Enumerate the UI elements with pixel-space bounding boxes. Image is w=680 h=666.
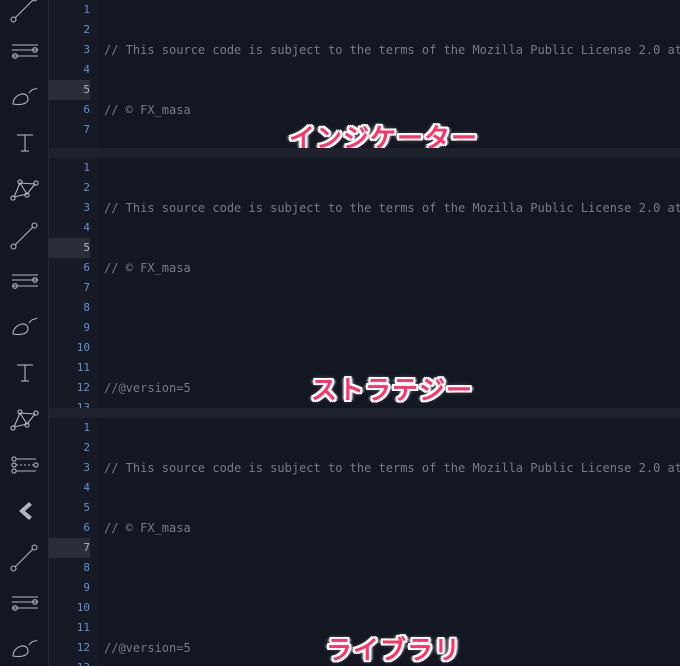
- line-number: 12: [76, 381, 90, 394]
- line-number: 5: [49, 80, 90, 100]
- line-number: 6: [83, 261, 90, 274]
- line-number: 3: [83, 43, 90, 56]
- code-editor-area[interactable]: 1 2 3 4 5 6 7 // This source code is sub…: [49, 0, 680, 160]
- tool-horizontal-lines[interactable]: [0, 28, 48, 74]
- line-number: 9: [83, 581, 90, 594]
- line-number: 6: [83, 521, 90, 534]
- tool-text[interactable]: [0, 350, 48, 396]
- tool-patterns[interactable]: [0, 166, 48, 212]
- line-number: 10: [76, 601, 90, 614]
- code-line: // © FX_masa: [104, 261, 191, 275]
- code-line: // This source code is subject to the te…: [104, 43, 680, 57]
- line-number: 1: [83, 161, 90, 174]
- line-number: 8: [83, 301, 90, 314]
- code-editor-area[interactable]: 1 2 3 4 5 6 7 8 9 10 11 12 13 14 15 // T…: [49, 418, 680, 666]
- code-text[interactable]: // This source code is subject to the te…: [98, 0, 680, 160]
- line-number-gutter: 1 2 3 4 5 6 7 8 9 10 11 12 13 14: [49, 158, 98, 418]
- tool-patterns[interactable]: [0, 396, 48, 442]
- tool-measure[interactable]: [0, 442, 48, 488]
- line-number: 3: [83, 461, 90, 474]
- line-number: 11: [76, 361, 90, 374]
- tool-brush[interactable]: [0, 74, 48, 120]
- line-number: 7: [83, 281, 90, 294]
- tool-trend-line[interactable]: [0, 534, 48, 580]
- code-text[interactable]: // This source code is subject to the te…: [98, 158, 680, 418]
- line-number: 9: [83, 321, 90, 334]
- line-number: 4: [83, 63, 90, 76]
- line-number: 1: [83, 421, 90, 434]
- library-code-block: 1 2 3 4 5 6 7 8 9 10 11 12 13 14 15 // T…: [49, 408, 680, 666]
- code-line: //@version=5: [104, 381, 191, 395]
- drawing-tools-toolbar[interactable]: [0, 0, 49, 666]
- line-number: 13: [49, 658, 90, 666]
- line-number: 3: [83, 201, 90, 214]
- line-number: 4: [83, 221, 90, 234]
- line-number: 8: [83, 561, 90, 574]
- line-number: 7: [83, 123, 90, 136]
- tool-brush[interactable]: [0, 626, 48, 666]
- line-number: 12: [76, 641, 90, 654]
- code-text[interactable]: // This source code is subject to the te…: [98, 418, 680, 666]
- line-number: 2: [83, 181, 90, 194]
- tool-trend-line[interactable]: [0, 212, 48, 258]
- code-line: // This source code is subject to the te…: [104, 461, 680, 475]
- line-number-gutter: 1 2 3 4 5 6 7 8 9 10 11 12 13 14 15: [49, 418, 98, 666]
- line-number: 7: [49, 538, 90, 558]
- block-header-bar: [49, 408, 680, 418]
- pine-editor-screenshot: 1 2 3 4 5 6 7 // This source code is sub…: [0, 0, 680, 666]
- tool-text[interactable]: [0, 120, 48, 166]
- line-number: 2: [83, 441, 90, 454]
- code-editor-area[interactable]: 1 2 3 4 5 6 7 8 9 10 11 12 13 14 // This…: [49, 158, 680, 418]
- tool-horizontal-lines[interactable]: [0, 580, 48, 626]
- code-line: // © FX_masa: [104, 103, 191, 117]
- line-number-gutter: 1 2 3 4 5 6 7: [49, 0, 98, 160]
- line-number: 10: [76, 341, 90, 354]
- line-number: 5: [49, 238, 90, 258]
- line-number: 6: [83, 103, 90, 116]
- tool-trend-line[interactable]: [0, 0, 48, 28]
- line-number: 5: [83, 501, 90, 514]
- code-line: // This source code is subject to the te…: [104, 201, 680, 215]
- indicator-code-block: 1 2 3 4 5 6 7 // This source code is sub…: [49, 0, 680, 160]
- block-header-bar: [49, 148, 680, 158]
- line-number: 1: [83, 3, 90, 16]
- strategy-code-block: 1 2 3 4 5 6 7 8 9 10 11 12 13 14 // This…: [49, 148, 680, 418]
- tool-brush[interactable]: [0, 304, 48, 350]
- line-number: 11: [76, 621, 90, 634]
- line-number: 4: [83, 481, 90, 494]
- code-line: //@version=5: [104, 641, 191, 655]
- code-line: // © FX_masa: [104, 521, 191, 535]
- tool-horizontal-lines[interactable]: [0, 258, 48, 304]
- line-number: 2: [83, 23, 90, 36]
- collapse-chevron-left-icon[interactable]: [0, 488, 48, 534]
